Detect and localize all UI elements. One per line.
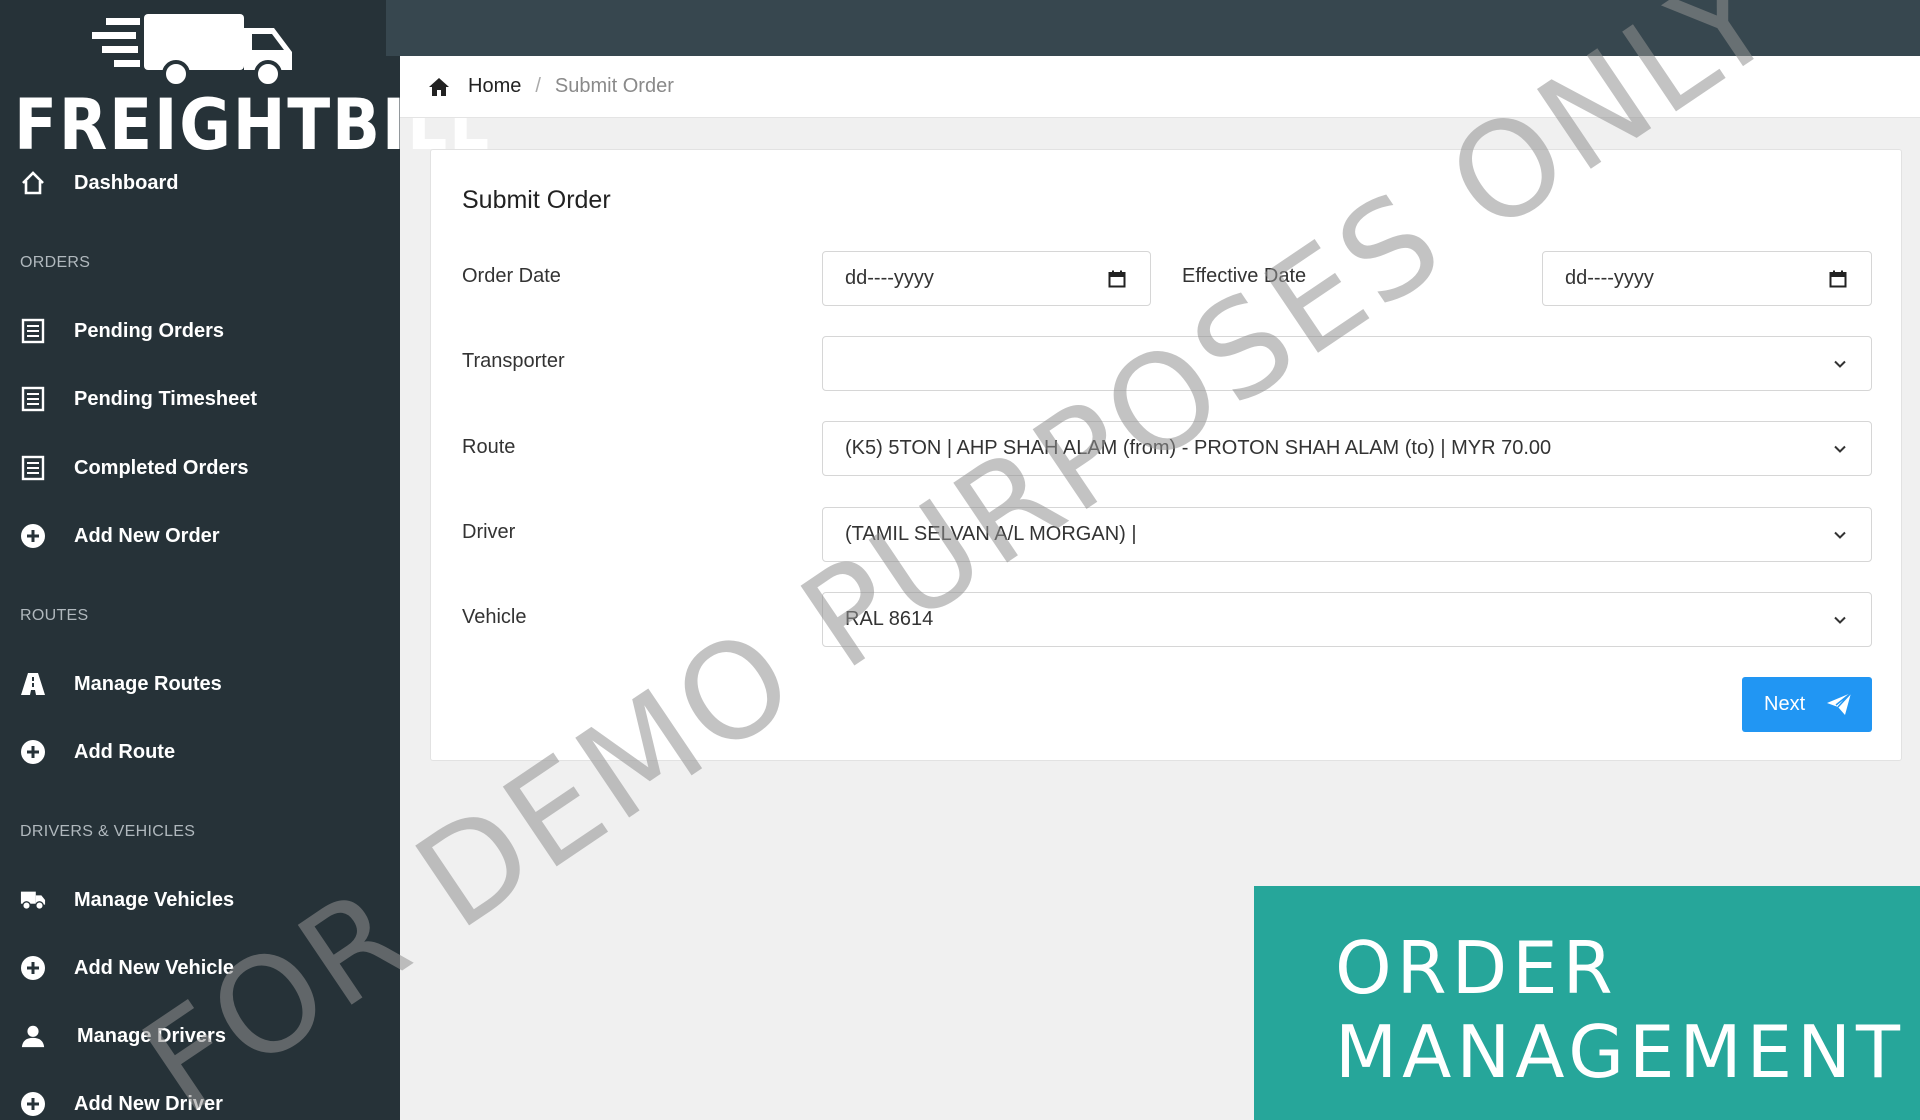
user-icon (20, 1023, 46, 1049)
order-date-input[interactable]: dd----yyyy (822, 251, 1151, 306)
transporter-label: Transporter (462, 350, 565, 372)
driver-label: Driver (462, 521, 516, 543)
list-document-icon (20, 318, 46, 344)
route-select[interactable]: (K5) 5TON | AHP SHAH ALAM (from) - PROTO… (822, 421, 1872, 476)
brand-logo[interactable]: FREIGHTBILL (12, 10, 489, 160)
next-button-label: Next (1764, 693, 1806, 715)
sidebar-item-dashboard[interactable]: Dashboard (0, 158, 400, 208)
effective-date-label: Effective Date (1182, 265, 1307, 287)
plus-circle-icon (20, 523, 46, 549)
next-button[interactable]: Next (1742, 677, 1872, 732)
chevron-down-icon (1833, 359, 1847, 368)
sidebar-item-pending-orders[interactable]: Pending Orders (0, 306, 400, 356)
order-date-value: dd----yyyy (845, 267, 934, 289)
breadcrumb-separator: / (535, 75, 541, 97)
driver-select[interactable]: (TAMIL SELVAN A/L MORGAN) | (822, 507, 1872, 562)
sidebar-item-label: Add Route (74, 740, 176, 763)
section-title-routes: ROUTES (20, 607, 89, 624)
effective-date-value: dd----yyyy (1565, 267, 1654, 289)
list-document-icon (20, 386, 46, 412)
order-date-label: Order Date (462, 265, 561, 287)
plus-circle-icon (20, 955, 46, 981)
plus-circle-icon (20, 1091, 46, 1117)
sidebar-item-label: Completed Orders (74, 456, 249, 479)
banner-line-1: ORDER (1335, 926, 1618, 1010)
road-icon (20, 671, 46, 697)
calendar-icon[interactable] (1829, 270, 1847, 288)
chevron-down-icon (1833, 530, 1847, 539)
sidebar-item-add-route[interactable]: Add Route (0, 727, 400, 777)
chevron-down-icon (1833, 615, 1847, 624)
sidebar-item-manage-drivers[interactable]: Manage Drivers (0, 1011, 400, 1061)
submit-order-card: Submit Order Order Date dd----yyyy Effec… (430, 149, 1902, 761)
order-management-banner: ORDER MANAGEMENT (1254, 886, 1920, 1120)
route-label: Route (462, 436, 516, 458)
vehicle-select[interactable]: RAL 8614 (822, 592, 1872, 647)
truck-icon (20, 887, 46, 913)
vehicle-label: Vehicle (462, 606, 527, 628)
sidebar-item-add-new-vehicle[interactable]: Add New Vehicle (0, 943, 400, 993)
sidebar-item-completed-orders[interactable]: Completed Orders (0, 443, 400, 493)
sidebar-item-label: Manage Drivers (77, 1024, 226, 1047)
sidebar-item-manage-vehicles[interactable]: Manage Vehicles (0, 875, 400, 925)
sidebar-item-label: Add New Vehicle (74, 956, 235, 979)
sidebar-item-label: Pending Timesheet (74, 387, 258, 410)
route-value: (K5) 5TON | AHP SHAH ALAM (from) - PROTO… (845, 437, 1552, 459)
effective-date-input[interactable]: dd----yyyy (1542, 251, 1872, 306)
sidebar-item-label: Manage Routes (74, 672, 222, 695)
sidebar-item-label: Manage Vehicles (74, 888, 235, 911)
breadcrumb-home-link[interactable]: Home (468, 75, 521, 98)
section-title-orders: ORDERS (20, 254, 91, 271)
section-title-drivers-vehicles: DRIVERS & VEHICLES (20, 823, 196, 840)
chevron-down-icon (1833, 444, 1847, 453)
truck-icon (92, 14, 292, 88)
sidebar-item-label: Pending Orders (74, 319, 225, 342)
top-bar (386, 0, 1920, 56)
paper-plane-icon (1827, 692, 1852, 715)
home-outline-icon (20, 170, 46, 196)
sidebar-item-pending-timesheet[interactable]: Pending Timesheet (0, 374, 400, 424)
home-icon[interactable] (428, 76, 450, 98)
breadcrumb: Home / Submit Order (400, 56, 1920, 118)
transporter-select[interactable] (822, 336, 1872, 391)
plus-circle-icon (20, 739, 46, 765)
sidebar-item-add-new-driver[interactable]: Add New Driver (0, 1079, 400, 1120)
sidebar-item-label: Add New Order (74, 524, 220, 547)
banner-line-2: MANAGEMENT (1335, 1010, 1905, 1094)
sidebar-item-add-new-order[interactable]: Add New Order (0, 511, 400, 561)
card-title: Submit Order (462, 186, 611, 214)
list-document-icon (20, 455, 46, 481)
sidebar: FREIGHTBILL Dashboard ORDERS Pending Ord… (0, 0, 489, 1120)
driver-value: (TAMIL SELVAN A/L MORGAN) | (845, 523, 1137, 545)
sidebar-item-manage-routes[interactable]: Manage Routes (0, 659, 400, 709)
vehicle-value: RAL 8614 (845, 608, 934, 630)
sidebar-item-label: Dashboard (74, 171, 179, 194)
sidebar-item-label: Add New Driver (74, 1092, 223, 1115)
calendar-icon[interactable] (1108, 270, 1126, 288)
breadcrumb-current: Submit Order (554, 75, 674, 97)
